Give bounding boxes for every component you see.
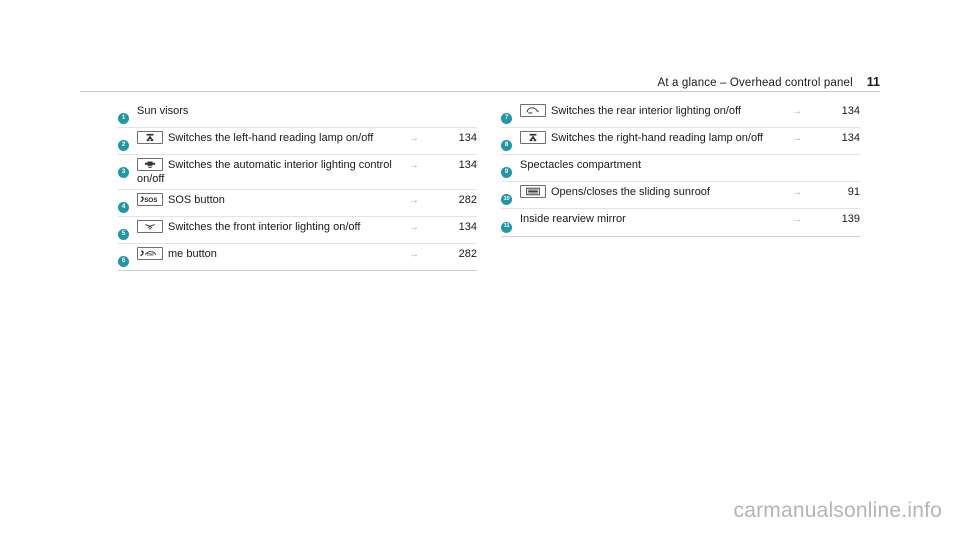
cross-reference-arrow-icon: → [409, 160, 419, 171]
list-item-label: SOS SOS button [137, 193, 409, 207]
badge-cell: 1 [118, 104, 137, 124]
list-item-label: Switches the left-hand reading lamp on/o… [137, 131, 409, 145]
page-reference[interactable]: 134 [443, 220, 477, 234]
badge-cell: 6 [118, 247, 137, 267]
item-text: Sun visors [137, 105, 189, 117]
item-text: Opens/closes the sliding sunroof [551, 186, 710, 198]
me-button-icon: me [137, 247, 163, 260]
callout-badge: 2 [118, 139, 129, 151]
list-item-label: me me button [137, 247, 409, 261]
callout-badge: 9 [501, 166, 512, 178]
badge-cell: 7 [501, 104, 520, 124]
cross-reference-arrow-icon [409, 104, 443, 105]
callout-badge: 4 [118, 201, 129, 213]
list-item[interactable]: 5 Switches the front interior lighting o… [118, 217, 477, 244]
cross-reference-arrow-icon: → [792, 106, 802, 117]
cross-reference-arrow-icon: → [409, 195, 419, 206]
list-item[interactable]: 11 Inside rearview mirror → 139 [501, 209, 860, 237]
page-reference[interactable]: 134 [826, 104, 860, 118]
list-item-label: Spectacles compartment [520, 158, 792, 172]
item-text: Switches the right-hand reading lamp on/… [551, 132, 763, 144]
badge-cell: 9 [501, 158, 520, 178]
cross-reference-arrow-icon: → [409, 222, 419, 233]
cross-reference-arrow-icon: → [792, 187, 802, 198]
callout-badge: 8 [501, 139, 512, 151]
reading-lamp-icon [520, 131, 546, 144]
page-reference[interactable]: 134 [826, 131, 860, 145]
item-text: me button [168, 248, 217, 260]
list-item-label: Opens/closes the sliding sunroof [520, 185, 792, 199]
page-reference[interactable]: 91 [826, 185, 860, 199]
sliding-sunroof-icon [520, 185, 546, 198]
left-column: 1 Sun visors 2 Switches the left-hand re… [118, 101, 477, 271]
badge-cell: 5 [118, 220, 137, 240]
item-text: Inside rearview mirror [520, 213, 626, 226]
svg-text:me: me [147, 252, 154, 258]
reading-lamp-icon [137, 131, 163, 144]
list-item[interactable]: 2 Switches the left-hand reading lamp on… [118, 128, 477, 155]
list-item[interactable]: 8 Switches the right-hand reading lamp o… [501, 128, 860, 155]
cross-reference-arrow-icon: → [792, 133, 802, 144]
page-header: At a glance – Overhead control panel 11 [80, 70, 880, 92]
cross-reference-arrow-icon: → [409, 133, 419, 144]
badge-cell: 3 [118, 158, 137, 178]
badge-cell: 4 [118, 193, 137, 213]
cross-reference-arrow-icon [792, 158, 826, 159]
item-text: SOS button [168, 194, 225, 206]
callout-badge: 6 [118, 255, 129, 267]
item-text: Switches the front interior lighting on/… [168, 221, 361, 233]
item-text: Spectacles compartment [520, 159, 642, 171]
page-title: At a glance – Overhead control panel [657, 77, 853, 89]
rear-interior-lighting-icon [520, 104, 546, 117]
svg-text:SOS: SOS [144, 197, 157, 204]
callout-badge: 7 [501, 112, 512, 124]
front-interior-lighting-icon [137, 220, 163, 233]
item-text: Switches the rear interior lighting on/o… [551, 105, 741, 117]
list-item-label: Switches the front interior lighting on/… [137, 220, 409, 234]
cross-reference-arrow-icon: → [792, 214, 802, 226]
list-item-label: Switches the rear interior lighting on/o… [520, 104, 792, 118]
cross-reference-arrow-icon: → [409, 249, 419, 260]
badge-cell: 11 [501, 212, 520, 233]
callout-badge: 10 [501, 194, 512, 206]
callout-badge: 3 [118, 166, 129, 178]
callout-badge: 1 [118, 112, 129, 124]
item-text: Switches the left-hand reading lamp on/o… [168, 132, 374, 144]
list-item-label: Sun visors [137, 104, 409, 118]
automatic-interior-lighting-icon [137, 158, 163, 171]
list-item[interactable]: 4 SOS SOS button → 282 [118, 190, 477, 217]
page-reference[interactable]: 139 [826, 212, 860, 226]
item-text: Switches the automatic interior lighting… [137, 159, 392, 185]
list-item-label: Switches the right-hand reading lamp on/… [520, 131, 792, 145]
callout-badge: 5 [118, 228, 129, 240]
list-item[interactable]: 6 me me button → 282 [118, 244, 477, 271]
badge-cell: 10 [501, 185, 520, 206]
page-reference[interactable]: 282 [443, 193, 477, 207]
list-item-label: Inside rearview mirror [520, 212, 792, 226]
watermark: carmanualsonline.info [733, 499, 942, 522]
list-item[interactable]: 1 Sun visors [118, 101, 477, 128]
page-reference[interactable]: 134 [443, 158, 477, 172]
page-reference[interactable]: 282 [443, 247, 477, 261]
list-item[interactable]: 7 Switches the rear interior lighting on… [501, 101, 860, 128]
list-item-label: Switches the automatic interior lighting… [137, 158, 409, 186]
list-item[interactable]: 3 Switches the automatic interior lighti… [118, 155, 477, 190]
list-item[interactable]: 9 Spectacles compartment [501, 155, 860, 182]
badge-cell: 8 [501, 131, 520, 151]
callout-badge: 11 [501, 221, 512, 233]
list-item[interactable]: 10 Opens/closes the sliding sunroof → 91 [501, 182, 860, 210]
page-number: 11 [866, 75, 880, 89]
badge-cell: 2 [118, 131, 137, 151]
legend-columns: 1 Sun visors 2 Switches the left-hand re… [118, 101, 860, 271]
right-column: 7 Switches the rear interior lighting on… [501, 101, 860, 271]
page-reference[interactable]: 134 [443, 131, 477, 145]
sos-icon: SOS [137, 193, 163, 206]
